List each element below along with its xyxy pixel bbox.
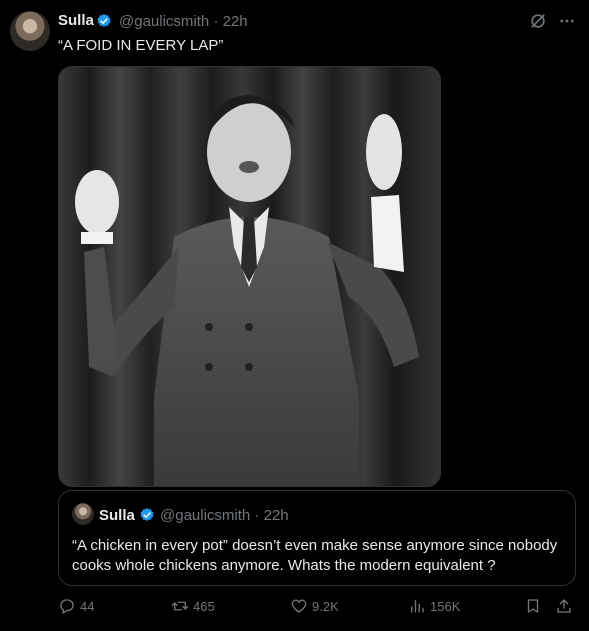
verified-badge-icon bbox=[97, 14, 111, 27]
quoted-author-name: Sulla bbox=[99, 507, 135, 524]
post-action-bar: 44 465 9.2K 156K bbox=[58, 597, 578, 619]
share-button[interactable] bbox=[555, 597, 573, 615]
quoted-author-avatar bbox=[72, 503, 94, 525]
views-button[interactable]: 156K bbox=[408, 597, 460, 615]
views-icon bbox=[411, 600, 424, 613]
reply-button[interactable]: 44 bbox=[58, 597, 94, 615]
quoted-post[interactable]: Sulla @gaulicsmith · 22h “A chicken in e… bbox=[58, 490, 576, 586]
bookmark-button[interactable] bbox=[524, 597, 542, 615]
quoted-handle-and-time: @gaulicsmith · 22h bbox=[160, 507, 289, 524]
author-name[interactable]: Sulla bbox=[58, 12, 94, 29]
repost-icon bbox=[171, 601, 189, 611]
author-handle[interactable]: @gaulicsmith bbox=[119, 13, 209, 30]
reply-count: 44 bbox=[80, 598, 95, 614]
post-photo[interactable] bbox=[58, 66, 441, 487]
quoted-time-separator: · bbox=[254, 507, 260, 524]
quoted-post-text: “A chicken in every pot” doesn’t even ma… bbox=[72, 537, 558, 574]
author-handle-and-time[interactable]: @gaulicsmith · 22h bbox=[119, 13, 248, 30]
more-icon[interactable] bbox=[558, 12, 576, 30]
repost-button[interactable]: 465 bbox=[171, 597, 215, 615]
quoted-post-time: 22h bbox=[263, 507, 289, 524]
quoted-author-handle: @gaulicsmith bbox=[160, 507, 251, 524]
like-count: 9.2K bbox=[312, 598, 339, 614]
author-avatar[interactable] bbox=[10, 11, 50, 51]
views-count: 156K bbox=[430, 598, 461, 614]
post-text: “A FOID IN EVERY LAP” bbox=[58, 37, 224, 54]
post-time[interactable]: 22h bbox=[223, 13, 248, 30]
grok-icon[interactable] bbox=[528, 11, 548, 31]
share-icon bbox=[557, 599, 571, 613]
like-icon bbox=[291, 599, 307, 613]
quoted-verified-badge-icon bbox=[140, 508, 154, 521]
like-button[interactable]: 9.2K bbox=[290, 597, 339, 615]
time-separator: · bbox=[213, 13, 219, 30]
repost-count: 465 bbox=[193, 598, 215, 614]
bookmark-icon bbox=[527, 599, 539, 613]
reply-icon bbox=[60, 599, 74, 614]
